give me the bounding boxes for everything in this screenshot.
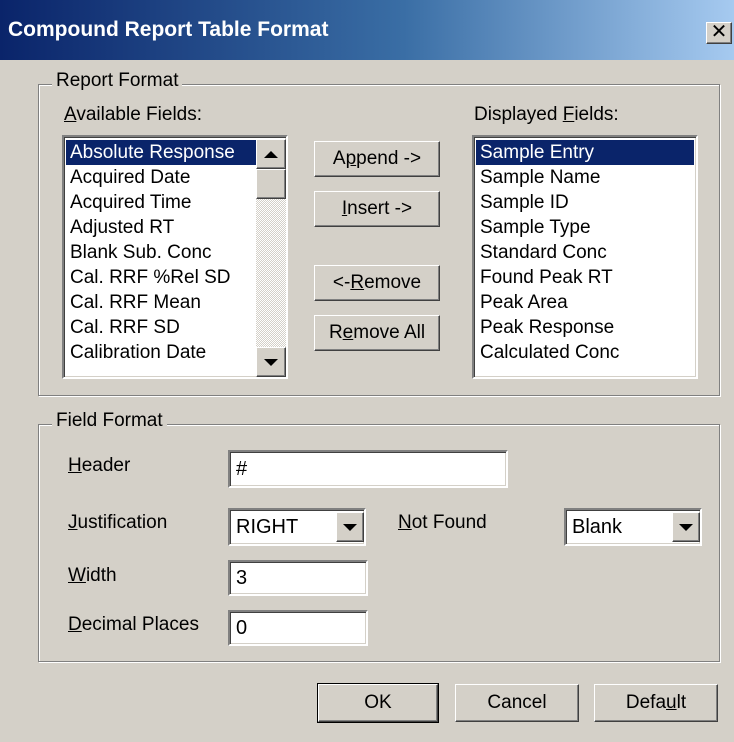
displayed-fields-listbox[interactable]: Sample Entry Sample Name Sample ID Sample T… xyxy=(472,135,698,379)
justification-dropdown-button[interactable] xyxy=(336,512,364,542)
header-input[interactable]: # xyxy=(228,450,508,488)
list-item[interactable]: Sample Type xyxy=(476,215,694,240)
list-item[interactable]: Cal. RRF %Rel SD xyxy=(66,265,256,290)
list-item[interactable]: Peak Area xyxy=(476,290,694,315)
cancel-button[interactable]: Cancel xyxy=(455,684,579,722)
remove-all-button[interactable]: Re move All xyxy=(314,315,440,351)
list-item[interactable]: Sample Name xyxy=(476,165,694,190)
list-item[interactable]: Acquired Date xyxy=(66,165,256,190)
list-item[interactable]: Peak Response xyxy=(476,315,694,340)
decimal-places-label: Decimal Places xyxy=(68,614,199,635)
justification-select[interactable]: RIGHT xyxy=(228,508,366,546)
field-format-legend: Field Format xyxy=(52,410,167,432)
not-found-label: Not Found xyxy=(398,512,487,533)
list-item[interactable]: Cal. RRF Mean xyxy=(66,290,256,315)
list-item[interactable]: Standard Conc xyxy=(476,240,694,265)
append-button[interactable]: Ap pend -> xyxy=(314,141,440,177)
list-item[interactable]: Absolute Response xyxy=(66,140,256,165)
not-found-select[interactable]: Blank xyxy=(564,508,702,546)
available-fields-listbox[interactable]: Absolute Response Acquired Date Acquired T… xyxy=(62,135,288,379)
insert-button[interactable]: Insert -> xyxy=(314,191,440,227)
decimal-places-input[interactable]: 0 xyxy=(228,610,368,646)
width-input[interactable]: 3 xyxy=(228,560,368,596)
list-item[interactable]: Calibration Date xyxy=(66,340,256,365)
list-item[interactable]: Blank Sub. Conc xyxy=(66,240,256,265)
report-format-legend: Report Format xyxy=(52,70,183,92)
list-item[interactable]: Adjusted RT xyxy=(66,215,256,240)
scroll-thumb[interactable] xyxy=(256,169,286,199)
not-found-dropdown-button[interactable] xyxy=(672,512,700,542)
available-fields-scrollbar[interactable] xyxy=(256,139,286,377)
list-item[interactable]: Cal. RRF SD xyxy=(66,315,256,340)
list-item[interactable]: Calculated Conc xyxy=(476,340,694,365)
remove-button[interactable]: <- Remove xyxy=(314,265,440,301)
available-fields-items: Absolute Response Acquired Date Acquired T… xyxy=(66,140,256,365)
title-bar[interactable]: Compound Report Table Format ✕ xyxy=(0,0,734,60)
ok-button[interactable]: OK xyxy=(317,683,439,723)
displayed-fields-label: Displayed Fields: xyxy=(474,104,619,125)
list-item[interactable]: Sample Entry xyxy=(476,140,694,165)
list-item[interactable]: Found Peak RT xyxy=(476,265,694,290)
width-label: Width xyxy=(68,565,117,586)
scroll-up-arrow-icon xyxy=(264,150,278,158)
close-button[interactable]: ✕ xyxy=(706,22,732,44)
list-item[interactable]: Sample ID xyxy=(476,190,694,215)
scroll-down-arrow-icon xyxy=(264,358,278,366)
displayed-fields-items: Sample Entry Sample Name Sample ID Sample T… xyxy=(476,140,694,365)
default-button[interactable]: Defa u lt xyxy=(594,684,718,722)
dropdown-arrow-icon xyxy=(679,523,693,531)
list-item[interactable]: Acquired Time xyxy=(66,190,256,215)
close-icon: ✕ xyxy=(710,21,728,43)
dropdown-arrow-icon xyxy=(343,523,357,531)
justification-label: Justification xyxy=(68,512,168,533)
window-title: Compound Report Table Format xyxy=(8,18,329,41)
scroll-up-button[interactable] xyxy=(256,139,286,169)
scroll-down-button[interactable] xyxy=(256,347,286,377)
header-label: Header xyxy=(68,455,131,476)
available-fields-label: Available Fields: xyxy=(64,104,203,125)
